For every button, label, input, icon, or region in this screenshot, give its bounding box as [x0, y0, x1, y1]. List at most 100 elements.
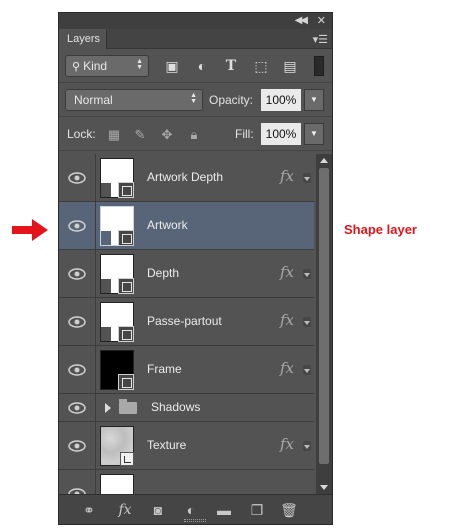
- lock-label: Lock:: [67, 127, 96, 141]
- panel-bottom-toolbar: ⚭ fx ◙ ◐ ▬ ❐ 🗑︎: [59, 494, 332, 524]
- adjustment-filter-icon[interactable]: ◐: [193, 57, 211, 75]
- new-layer-icon[interactable]: ❐: [247, 501, 267, 519]
- tab-layers[interactable]: Layers: [59, 29, 107, 49]
- link-layers-icon[interactable]: ⚭: [79, 501, 99, 519]
- layers-panel: ◀◀ ✕ Layers ▾☰ ⚲ Kind ▲ ▼ ▣ ◐ T ⬚ ▤ Normal…: [58, 12, 333, 525]
- shape-layer-badge-icon: [118, 326, 134, 342]
- annotation-arrow-icon: [12, 219, 48, 241]
- expand-group-triangle-icon[interactable]: [105, 403, 111, 413]
- fill-dropdown-button[interactable]: ▼: [304, 123, 324, 145]
- layer-row-artwork-depth[interactable]: Artwork Depth fx: [59, 154, 314, 202]
- expand-effects-icon[interactable]: [303, 441, 311, 451]
- visibility-eye-icon[interactable]: [67, 264, 87, 284]
- pixel-filter-icon[interactable]: ▣: [163, 57, 181, 75]
- layer-thumbnail: [100, 206, 134, 246]
- smart-object-filter-icon[interactable]: ▤: [281, 57, 299, 75]
- thumbnail-notch: [101, 279, 111, 293]
- shape-layer-badge-icon: [118, 230, 134, 246]
- row-divider: [95, 470, 96, 494]
- layer-name: Depth: [147, 266, 180, 280]
- layer-group-shadows[interactable]: Shadows: [59, 394, 314, 422]
- scrollbar-thumb[interactable]: [319, 168, 329, 464]
- layer-thumbnail: [100, 302, 134, 342]
- layer-row-artwork[interactable]: Artwork: [59, 202, 314, 250]
- lock-row: Lock: ▦ ✎ ✥ 🔒︎ Fill: 100% ▼: [59, 117, 332, 151]
- thumbnail-notch: [101, 327, 111, 341]
- smart-object-badge-icon: [120, 452, 134, 466]
- layer-effects-icon[interactable]: fx: [280, 311, 294, 329]
- opacity-input[interactable]: 100%: [261, 89, 301, 111]
- stepper-icon: ▲ ▼: [136, 58, 143, 71]
- layer-effects-icon[interactable]: fx: [280, 263, 294, 281]
- layer-thumbnail: [100, 158, 134, 198]
- layer-style-icon[interactable]: fx: [115, 501, 135, 519]
- layer-row-texture[interactable]: Texture fx: [59, 422, 314, 470]
- visibility-eye-icon[interactable]: [67, 312, 87, 332]
- layer-list-scrollbar[interactable]: [316, 154, 332, 494]
- filter-toggle-switch[interactable]: [314, 56, 324, 76]
- row-divider: [95, 154, 96, 201]
- resize-grip[interactable]: [184, 519, 206, 522]
- delete-layer-icon[interactable]: 🗑︎: [279, 501, 299, 519]
- lock-transparent-icon[interactable]: ▦: [107, 128, 121, 142]
- thumbnail-notch: [101, 231, 111, 245]
- layer-effects-icon[interactable]: fx: [280, 167, 294, 185]
- visibility-eye-icon[interactable]: [67, 398, 87, 418]
- thumbnail-notch: [101, 183, 111, 197]
- panel-menu-icon[interactable]: ▾☰: [313, 33, 328, 46]
- expand-effects-icon[interactable]: [303, 365, 311, 375]
- layer-row-passe-partout[interactable]: Passe-partout fx: [59, 298, 314, 346]
- fill-input[interactable]: 100%: [261, 123, 301, 145]
- layer-effects-icon[interactable]: fx: [280, 435, 294, 453]
- layer-row-frame[interactable]: Frame fx: [59, 346, 314, 394]
- visibility-eye-icon[interactable]: [67, 216, 87, 236]
- annotation-label: Shape layer: [344, 222, 417, 237]
- blend-mode-select[interactable]: Normal ▲ ▼: [65, 89, 203, 111]
- layer-thumbnail: [100, 254, 134, 294]
- opacity-dropdown-button[interactable]: ▼: [304, 89, 324, 111]
- visibility-eye-icon[interactable]: [67, 168, 87, 188]
- layer-row-partial[interactable]: [59, 470, 314, 494]
- new-group-icon[interactable]: ▬: [214, 501, 234, 519]
- visibility-eye-icon[interactable]: [67, 436, 87, 456]
- visibility-eye-icon[interactable]: [67, 360, 87, 380]
- layer-name: Texture: [147, 438, 187, 452]
- opacity-label: Opacity:: [209, 93, 254, 107]
- type-filter-icon[interactable]: T: [222, 57, 240, 75]
- visibility-eye-icon[interactable]: [67, 484, 87, 494]
- row-divider: [95, 250, 96, 297]
- add-mask-icon[interactable]: ◙: [148, 501, 168, 519]
- adjustment-layer-icon[interactable]: ◐: [181, 501, 201, 519]
- shape-layer-badge-icon: [118, 374, 134, 390]
- layer-thumbnail: [100, 426, 134, 466]
- layer-name: Artwork: [147, 218, 188, 232]
- scroll-up-icon[interactable]: [320, 158, 328, 163]
- lock-image-icon[interactable]: ✎: [133, 128, 147, 142]
- lock-position-icon[interactable]: ✥: [160, 128, 174, 142]
- row-divider: [95, 394, 96, 421]
- panel-title-bar: ◀◀ ✕: [59, 13, 332, 29]
- shape-filter-icon[interactable]: ⬚: [252, 57, 270, 75]
- layer-thumbnail: [100, 474, 134, 494]
- layer-name: Passe-partout: [147, 314, 222, 328]
- scroll-down-icon[interactable]: [320, 485, 328, 490]
- lock-all-icon[interactable]: 🔒︎: [187, 128, 201, 142]
- search-icon: ⚲: [72, 61, 81, 73]
- filter-kind-select[interactable]: ⚲ Kind ▲ ▼: [65, 55, 149, 77]
- layer-name: Frame: [147, 362, 182, 376]
- stepper-icon: ▲ ▼: [190, 92, 197, 105]
- expand-effects-icon[interactable]: [303, 173, 311, 183]
- shape-layer-badge-icon: [118, 278, 134, 294]
- row-divider: [95, 346, 96, 393]
- layer-row-depth[interactable]: Depth fx: [59, 250, 314, 298]
- fill-label: Fill:: [235, 127, 254, 141]
- collapse-icon[interactable]: ◀◀: [295, 15, 308, 26]
- layer-name: Artwork Depth: [147, 170, 224, 184]
- layer-effects-icon[interactable]: fx: [280, 359, 294, 377]
- layer-list: Artwork Depth fx Artwork Depth fx Passe-…: [59, 154, 314, 494]
- row-divider: [95, 298, 96, 345]
- expand-effects-icon[interactable]: [303, 269, 311, 279]
- filter-kind-label: Kind: [83, 59, 108, 73]
- expand-effects-icon[interactable]: [303, 317, 311, 327]
- close-icon[interactable]: ✕: [317, 14, 326, 27]
